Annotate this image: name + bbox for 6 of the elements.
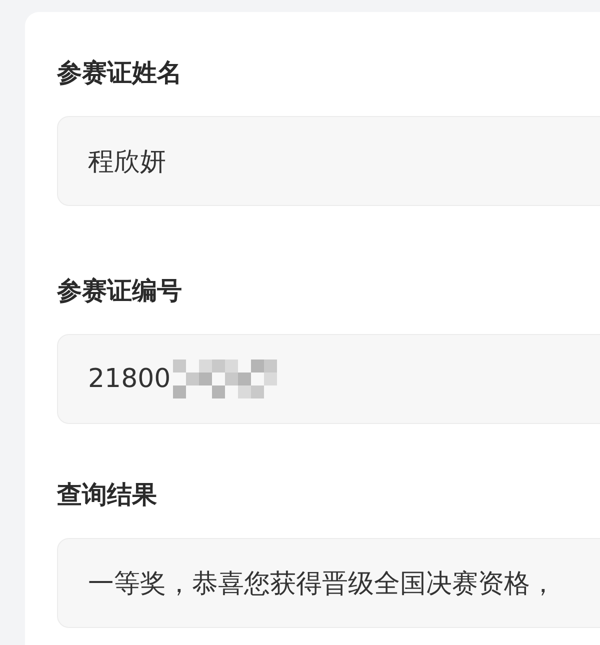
field-label: 参赛证编号 <box>57 275 182 307</box>
field-label: 参赛证姓名 <box>57 57 182 89</box>
input-field[interactable]: 一等奖，恭喜您获得晋级全国决赛资格， <box>57 538 600 628</box>
input-field[interactable]: 程欣妍 <box>57 116 600 206</box>
input-field[interactable]: 21800 <box>57 334 600 424</box>
field-label: 查询结果 <box>57 479 157 511</box>
